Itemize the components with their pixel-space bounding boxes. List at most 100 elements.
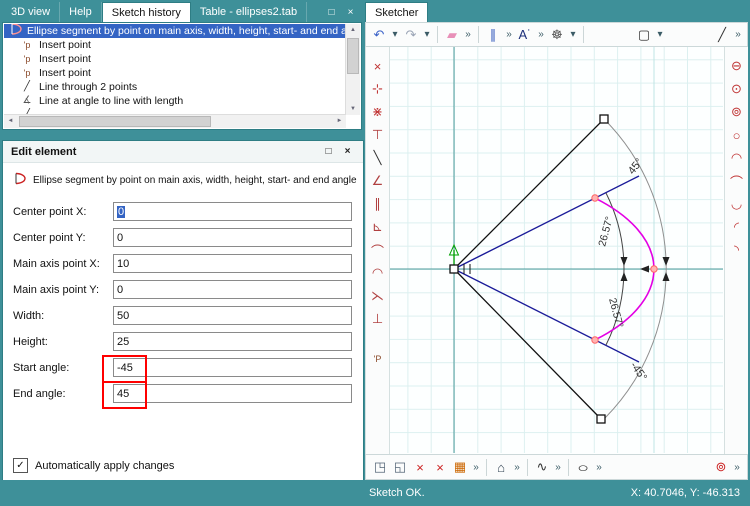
parallel-line-tool[interactable]: ∥ — [369, 195, 387, 213]
main-axis-point-x-input[interactable]: 10 — [113, 254, 352, 273]
line-angle-icon: ∡ — [19, 94, 35, 108]
field-row-end-angle: End angle: 45 — [3, 381, 363, 407]
select-region-button[interactable]: ◳ — [371, 458, 389, 476]
list-item-insert-point[interactable]: 'p Insert point — [4, 66, 346, 80]
trim-element-button[interactable]: × — [431, 458, 449, 476]
polygon-tool-button[interactable]: ⌂ — [492, 458, 510, 476]
polygon-overflow-chevron[interactable]: » — [512, 458, 522, 476]
spline-tool-button[interactable]: ∿ — [533, 458, 551, 476]
midpoint-tool[interactable]: ⋇ — [369, 103, 387, 121]
list-item-insert-point[interactable]: 'p Insert point — [4, 38, 346, 52]
tangent-2-circles-tool[interactable]: ◠ — [369, 264, 387, 282]
line-style-button[interactable]: ╱ — [713, 26, 731, 44]
center-point-handle[interactable] — [450, 265, 458, 273]
snap-point-tool[interactable]: × — [369, 57, 387, 75]
main-axis-point[interactable] — [651, 266, 657, 272]
scroll-up-button[interactable]: ▲ — [346, 24, 360, 36]
arc-endpoint-lower[interactable] — [592, 337, 598, 343]
close-panel-button[interactable]: × — [340, 145, 355, 159]
horizontal-scroll-thumb[interactable] — [19, 116, 211, 127]
shape-mode-button[interactable]: ▢ — [635, 26, 653, 44]
field-label: End angle: — [13, 388, 113, 400]
dimension-lines-button[interactable]: ∥ — [484, 26, 502, 44]
vertical-scroll-thumb[interactable] — [347, 38, 359, 74]
text-button[interactable]: A˙ — [516, 26, 534, 44]
ellipse-arc-tool[interactable]: ◝ — [728, 241, 746, 259]
redo-dropdown-chevron[interactable]: ▾ — [422, 26, 432, 44]
tab-label: Table - ellipses2.tab — [200, 6, 297, 18]
toolbar-separator — [478, 26, 479, 43]
circle-tool-button[interactable]: ⊚ — [712, 458, 730, 476]
float-panel-button[interactable]: □ — [324, 5, 339, 19]
text-overflow-chevron[interactable]: » — [536, 26, 546, 44]
end-angle-handle[interactable] — [600, 115, 608, 123]
sketch-canvas[interactable]: 45° 26.57° 26.57° -45° — [390, 47, 723, 453]
height-input[interactable]: 25 — [113, 332, 352, 351]
circle-overflow-chevron[interactable]: » — [732, 458, 742, 476]
tab-help[interactable]: Help — [60, 2, 102, 22]
perpendicular-line-tool[interactable]: ⊾ — [369, 218, 387, 236]
edit-overflow-chevron[interactable]: » — [471, 458, 481, 476]
list-item-insert-point[interactable]: 'p Insert point — [4, 52, 346, 66]
point-on-element-tool[interactable]: ⊹ — [369, 80, 387, 98]
line-2-points-tool[interactable]: ╲ — [369, 149, 387, 167]
list-item-label: Ellipse segment by point on main axis, w… — [27, 25, 346, 37]
undo-button[interactable]: ↶ — [370, 26, 388, 44]
arc-3-points-tool[interactable]: ⌒ — [728, 172, 746, 190]
element-description: Ellipse segment by point on main axis, w… — [33, 175, 357, 186]
width-input[interactable]: 50 — [113, 306, 352, 325]
float-panel-button[interactable]: □ — [321, 145, 336, 159]
intersection-point-tool[interactable]: ⊤ — [369, 126, 387, 144]
scroll-down-button[interactable]: ▼ — [346, 103, 360, 115]
perpendicular-point-tool[interactable]: ⊥ — [369, 310, 387, 328]
tab-3d-view[interactable]: 3D view — [2, 2, 60, 22]
tab-table-ellipses2[interactable]: Table - ellipses2.tab — [191, 2, 307, 22]
spline-overflow-chevron[interactable]: » — [553, 458, 563, 476]
redo-button[interactable]: ↷ — [402, 26, 420, 44]
arc-endpoint-upper[interactable] — [592, 195, 598, 201]
main-axis-point-y-input[interactable]: 0 — [113, 280, 352, 299]
select-elements-button[interactable]: ◱ — [391, 458, 409, 476]
eraser-overflow-chevron[interactable]: » — [463, 26, 473, 44]
circle-center-radius-tool[interactable]: ⊖ — [728, 57, 746, 75]
auto-apply-checkbox[interactable]: ✓ — [13, 458, 28, 473]
circle-2-points-tool[interactable]: ⊚ — [728, 103, 746, 121]
line-at-angle-tool[interactable]: ∠ — [369, 172, 387, 190]
dimension-overflow-chevron[interactable]: » — [504, 26, 514, 44]
arc-start-end-tool[interactable]: ◜ — [728, 218, 746, 236]
tab-sketch-history[interactable]: Sketch history — [102, 2, 191, 22]
start-angle-handle[interactable] — [597, 415, 605, 423]
insert-point-tool[interactable]: 'P — [369, 350, 387, 368]
list-item-label: Insert point — [39, 53, 91, 65]
circle-center-point-tool[interactable]: ⊙ — [728, 80, 746, 98]
ellipse-tool-button[interactable]: ○ — [570, 458, 597, 476]
vertical-scrollbar[interactable]: ▲ ▼ — [345, 24, 360, 115]
list-item-line-at-angle[interactable]: ∡ Line at angle to line with length — [4, 94, 346, 108]
hatch-grid-button[interactable]: ▦ — [451, 458, 469, 476]
settings-gear-button[interactable]: ☸ — [548, 26, 566, 44]
tangent-line-tool[interactable]: ⌒ — [369, 241, 387, 259]
tab-sketcher[interactable]: Sketcher — [365, 2, 428, 22]
list-item-label: Insert point — [39, 67, 91, 79]
scroll-left-button[interactable]: ◄ — [4, 115, 17, 126]
scroll-right-button[interactable]: ► — [333, 115, 346, 126]
center-point-y-input[interactable]: 0 — [113, 228, 352, 247]
start-angle-input[interactable]: -45 — [113, 358, 352, 377]
bisector-tool[interactable]: ⋋ — [369, 287, 387, 305]
list-item-line-2-points[interactable]: ╱ Line through 2 points — [4, 80, 346, 94]
undo-dropdown-chevron[interactable]: ▾ — [390, 26, 400, 44]
horizontal-scrollbar[interactable]: ◄ ► — [4, 114, 346, 128]
center-point-x-input[interactable]: 0 — [113, 202, 352, 221]
arc-tangent-tool[interactable]: ◡ — [728, 195, 746, 213]
end-angle-input[interactable]: 45 — [113, 384, 352, 403]
tab-label: 3D view — [11, 6, 50, 18]
delete-element-button[interactable]: × — [411, 458, 429, 476]
list-item-ellipse-segment[interactable]: Ellipse segment by point on main axis, w… — [4, 24, 346, 38]
line-style-overflow-chevron[interactable]: » — [733, 26, 743, 44]
eraser-button[interactable]: ▰ — [443, 26, 461, 44]
gear-dropdown-chevron[interactable]: ▾ — [568, 26, 578, 44]
arc-center-tool[interactable]: ◠ — [728, 149, 746, 167]
circle-3-points-tool[interactable]: ○ — [728, 126, 746, 144]
shape-mode-dropdown-chevron[interactable]: ▾ — [655, 26, 665, 44]
close-panel-button[interactable]: × — [343, 5, 358, 19]
